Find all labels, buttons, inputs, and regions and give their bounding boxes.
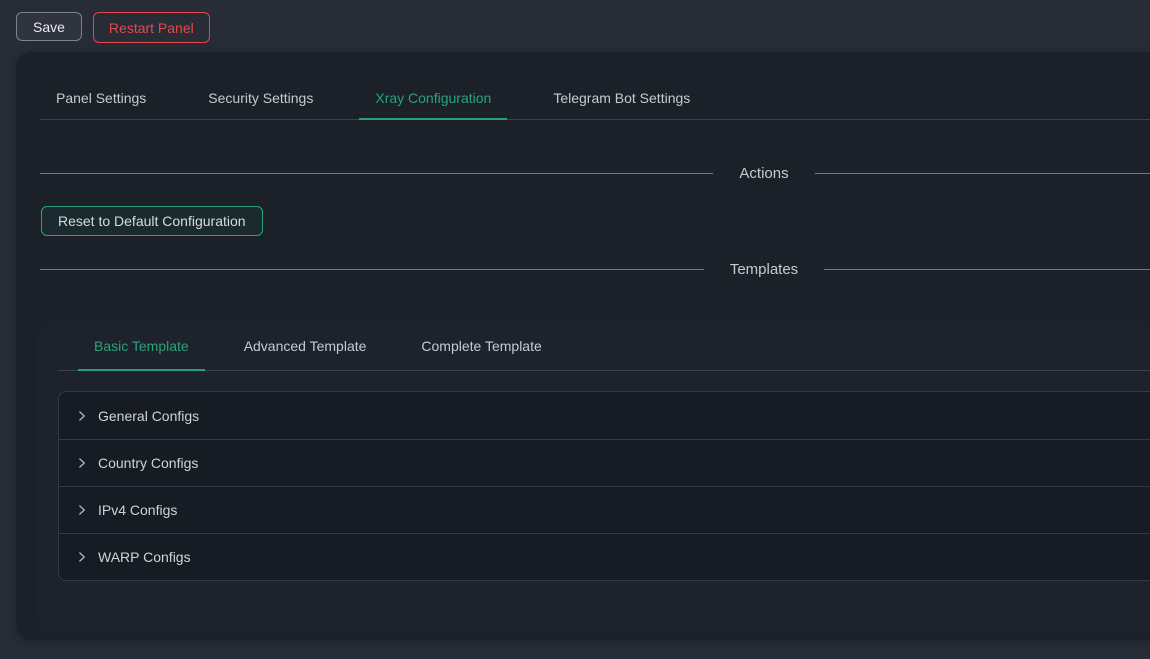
tab-security-settings[interactable]: Security Settings <box>192 76 329 119</box>
settings-tabbar: Panel Settings Security Settings Xray Co… <box>40 76 1150 120</box>
templates-card: Basic Template Advanced Template Complet… <box>38 321 1150 634</box>
templates-divider: Templates <box>40 257 1150 281</box>
templates-divider-title: Templates <box>730 261 798 278</box>
collapse-warp-configs[interactable]: WARP Configs <box>59 533 1150 580</box>
save-button[interactable]: Save <box>16 12 82 41</box>
tab-xray-configuration[interactable]: Xray Configuration <box>359 76 507 119</box>
chevron-right-icon <box>75 456 89 470</box>
collapse-ipv4-configs[interactable]: IPv4 Configs <box>59 486 1150 533</box>
chevron-right-icon <box>75 550 89 564</box>
restart-panel-button[interactable]: Restart Panel <box>93 12 210 43</box>
tab-advanced-template[interactable]: Advanced Template <box>228 321 383 370</box>
top-action-bar: Save Restart Panel <box>0 0 1150 52</box>
collapse-label: Country Configs <box>98 455 198 471</box>
config-collapse-list: General Configs Country Configs IPv4 Con… <box>58 391 1150 581</box>
actions-divider: Actions <box>40 161 1150 185</box>
chevron-right-icon <box>75 503 89 517</box>
divider-line <box>824 269 1150 270</box>
collapse-label: WARP Configs <box>98 549 191 565</box>
tab-complete-template[interactable]: Complete Template <box>405 321 557 370</box>
tab-panel-settings[interactable]: Panel Settings <box>40 76 162 119</box>
reset-default-configuration-button[interactable]: Reset to Default Configuration <box>41 206 263 236</box>
divider-line <box>815 173 1150 174</box>
templates-tabbar: Basic Template Advanced Template Complet… <box>58 321 1150 371</box>
actions-divider-title: Actions <box>739 165 788 182</box>
collapse-label: IPv4 Configs <box>98 502 177 518</box>
tab-telegram-bot-settings[interactable]: Telegram Bot Settings <box>537 76 706 119</box>
collapse-country-configs[interactable]: Country Configs <box>59 439 1150 486</box>
tab-basic-template[interactable]: Basic Template <box>78 321 205 370</box>
settings-card: Panel Settings Security Settings Xray Co… <box>16 52 1150 640</box>
chevron-right-icon <box>75 409 89 423</box>
divider-line <box>40 269 704 270</box>
collapse-general-configs[interactable]: General Configs <box>59 392 1150 439</box>
divider-line <box>40 173 713 174</box>
collapse-label: General Configs <box>98 408 199 424</box>
